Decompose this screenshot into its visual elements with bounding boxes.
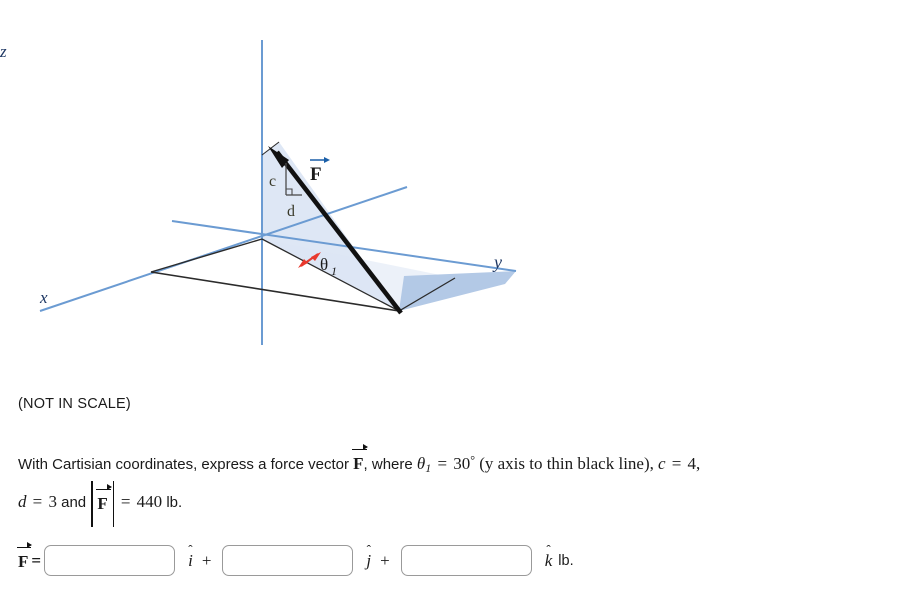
force-vector-diagram: z x y c d F θ 1: [0, 40, 517, 345]
magnitude-equals: =: [120, 492, 131, 511]
abs-bar-left: [91, 481, 93, 527]
force-label: F: [310, 164, 322, 185]
force-label-group: F: [310, 157, 330, 185]
answer-row: F = ˆi + ˆj + ˆk lb.: [16, 541, 574, 576]
theta-note: (y axis to thin black line),: [479, 454, 654, 473]
c-equals: =: [671, 454, 682, 473]
abs-bar-right: [112, 481, 114, 527]
question-line1-part2: , where: [363, 456, 413, 473]
thin-black-left-edge: [150, 238, 263, 273]
j-unit-vector-label: ˆj: [366, 542, 371, 571]
c-value: 4,: [687, 454, 701, 473]
theta-subscript: 1: [425, 461, 432, 475]
d-equals: =: [32, 492, 43, 511]
answer-input-i[interactable]: [44, 545, 176, 576]
question-line-1: With Cartisian coordinates, express a fo…: [18, 443, 908, 485]
j-hat-accent: ˆ: [366, 541, 371, 557]
answer-unit-label: lb.: [558, 552, 574, 569]
x-axis-label: x: [39, 288, 48, 307]
theta-equals: =: [437, 454, 448, 473]
plus-sign-2: +: [380, 550, 390, 570]
magnitude-force-symbol: F: [96, 483, 113, 513]
question-line1-part1: With Cartisian coordinates, express a fo…: [18, 456, 349, 473]
and-word: and: [61, 494, 87, 511]
angle-label-subscript: 1: [331, 264, 337, 278]
d-symbol: d: [18, 492, 27, 511]
answer-input-k[interactable]: [400, 545, 532, 576]
question-force-symbol: F: [352, 443, 369, 473]
angle-label: θ: [320, 255, 328, 274]
i-hat-accent: ˆ: [188, 541, 193, 557]
answer-input-j[interactable]: [222, 545, 354, 576]
plus-sign-1: +: [201, 550, 212, 570]
answer-equals: =: [31, 550, 42, 570]
leg-c-label: c: [269, 173, 276, 190]
k-unit-vector-label: ˆk: [545, 542, 553, 571]
not-in-scale-caption: (NOT IN SCALE): [18, 396, 131, 412]
c-symbol: c: [658, 454, 666, 473]
answer-force-symbol: F: [16, 541, 33, 571]
i-unit-vector-label: ˆi: [188, 542, 193, 571]
magnitude-unit: lb.: [166, 494, 183, 511]
force-magnitude-group: F: [90, 481, 114, 527]
theta-symbol: θ: [416, 454, 426, 473]
leg-d-label: d: [287, 203, 295, 220]
question-line-2: d = 3 and F = 440 lb.: [18, 481, 908, 527]
z-axis-label: z: [0, 42, 7, 61]
y-axis-label: y: [492, 252, 502, 272]
d-value: 3: [48, 492, 57, 511]
question-text: With Cartisian coordinates, express a fo…: [18, 443, 908, 527]
k-hat-accent: ˆ: [546, 541, 551, 557]
degree-symbol: °: [470, 453, 476, 467]
magnitude-value: 440: [136, 492, 163, 511]
theta-value: 30: [453, 454, 471, 473]
